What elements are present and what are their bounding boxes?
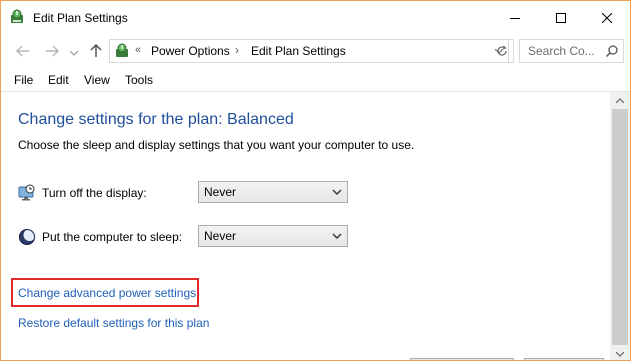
restore-default-settings-link[interactable]: Restore default settings for this plan: [18, 316, 209, 330]
sleep-moon-icon: [19, 229, 36, 245]
breadcrumb-overflow[interactable]: «: [135, 44, 141, 56]
power-plan-icon: [11, 9, 23, 23]
up-button[interactable]: [87, 42, 105, 60]
back-arrow-icon: [16, 45, 29, 57]
sleep-timeout-value: Never: [204, 229, 237, 243]
recent-locations-button[interactable]: [67, 44, 81, 62]
search-placeholder[interactable]: Search Co...: [528, 44, 595, 58]
forward-arrow-icon: [46, 45, 59, 57]
scroll-down-button[interactable]: [610, 346, 630, 360]
back-button[interactable]: [14, 42, 32, 60]
scroll-up-button[interactable]: [610, 92, 630, 109]
window-title: Edit Plan Settings: [33, 11, 128, 25]
scroll-up-arrow-icon: [616, 98, 624, 103]
breadcrumb-edit-plan-settings[interactable]: Edit Plan Settings: [251, 44, 346, 58]
change-advanced-power-settings-link[interactable]: Change advanced power settings: [18, 286, 196, 300]
vertical-scrollbar[interactable]: [610, 92, 630, 360]
forward-button[interactable]: [43, 42, 61, 60]
maximize-icon: [556, 12, 566, 23]
breadcrumb-power-options[interactable]: Power Options: [151, 44, 230, 58]
window: Edit Plan Settings « Power Options › Edi…: [0, 0, 631, 361]
search-box[interactable]: Search Co...: [519, 39, 624, 63]
breadcrumb-separator[interactable]: ›: [235, 43, 239, 57]
display-timer-icon: [18, 184, 35, 201]
title-bar: Edit Plan Settings: [1, 1, 630, 34]
content-pane: Change settings for the plan: Balanced C…: [1, 91, 630, 360]
menu-bar: File Edit View Tools: [1, 68, 630, 90]
page-title: Change settings for the plan: Balanced: [18, 111, 294, 128]
up-arrow-icon: [90, 44, 102, 57]
page-description: Choose the sleep and display settings th…: [18, 138, 415, 152]
address-bar[interactable]: « Power Options › Edit Plan Settings: [109, 39, 509, 63]
close-icon: [602, 12, 612, 23]
scrollbar-thumb[interactable]: [612, 109, 628, 345]
navigation-bar: « Power Options › Edit Plan Settings Sea…: [1, 34, 630, 68]
sleep-timeout-dropdown[interactable]: Never: [198, 225, 348, 247]
menu-tools[interactable]: Tools: [125, 73, 153, 87]
chevron-down-icon: [332, 189, 342, 195]
minimize-button[interactable]: [492, 1, 538, 34]
display-timeout-label: Turn off the display:: [42, 186, 147, 200]
menu-file[interactable]: File: [14, 73, 33, 87]
menu-edit[interactable]: Edit: [48, 73, 69, 87]
chevron-down-icon: [70, 50, 78, 56]
power-options-icon: [116, 43, 128, 57]
close-button[interactable]: [584, 1, 630, 34]
display-timeout-dropdown[interactable]: Never: [198, 181, 348, 203]
refresh-icon: [496, 45, 507, 56]
menu-view[interactable]: View: [84, 73, 110, 87]
minimize-icon: [510, 17, 520, 19]
refresh-button[interactable]: [490, 39, 514, 63]
search-icon[interactable]: [605, 44, 619, 58]
scroll-down-arrow-icon: [616, 352, 624, 357]
maximize-button[interactable]: [538, 1, 584, 34]
chevron-down-icon: [332, 233, 342, 239]
sleep-timeout-label: Put the computer to sleep:: [42, 230, 183, 244]
display-timeout-value: Never: [204, 185, 237, 199]
